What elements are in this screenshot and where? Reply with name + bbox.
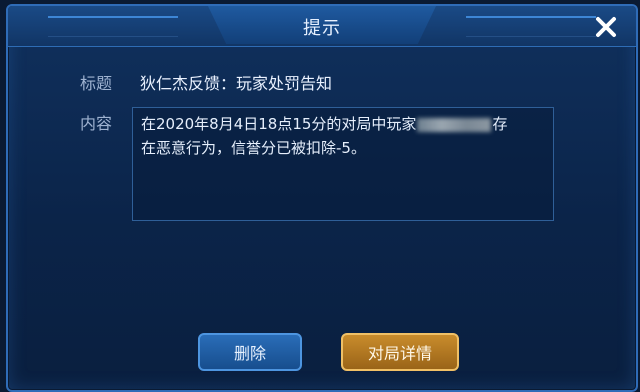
content-label: 内容 [80,114,113,133]
subject-label: 标题 [80,74,113,93]
match-details-button-label: 对局详情 [367,344,432,363]
notice-dialog: 提示 标题 狄仁杰反馈：玩家处罚告知 内容 在2020年8月4日18点15分的对… [6,4,638,392]
content-text-part1: 在2020年8月4日18点15分的对局中玩家 [141,115,417,133]
match-details-button[interactable]: 对局详情 [341,333,459,371]
dialog-title: 提示 [303,18,341,39]
close-button[interactable] [588,10,624,44]
subject-value: 狄仁杰反馈：玩家处罚告知 [140,74,333,93]
delete-button-label: 删除 [233,344,266,363]
message-content-box: 在2020年8月4日18点15分的对局中玩家 存 在恶意行为，信誉分已被扣除-5。 [132,107,554,221]
content-text-part2: 存 [492,115,508,133]
content-text-line2: 在恶意行为，信誉分已被扣除-5。 [141,139,366,157]
delete-button[interactable]: 删除 [198,333,302,371]
title-bar: 提示 [8,6,636,47]
player-name-blurred [417,117,492,132]
close-icon [596,17,616,37]
